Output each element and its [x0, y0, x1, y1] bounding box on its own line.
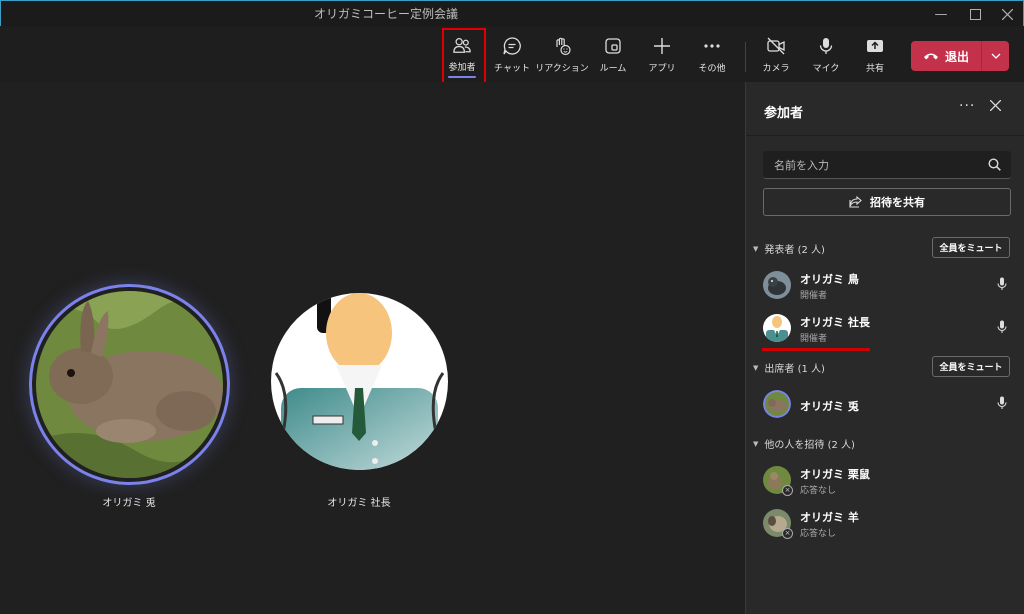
tile-name-rabbit: オリガミ 兎: [102, 498, 156, 509]
maximize-icon[interactable]: [957, 1, 993, 27]
rabbit-avatar-small: [763, 390, 791, 418]
share-label: 共有: [865, 64, 884, 74]
section-invite-label: 他の人を招待 (2 人): [764, 440, 855, 451]
panel-more-options-icon[interactable]: ···: [959, 98, 975, 114]
section-presenters[interactable]: ▼ 発表者 (2 人): [753, 241, 825, 257]
rabbit-avatar[interactable]: [36, 291, 223, 478]
microphone-icon[interactable]: [997, 277, 1007, 291]
mute-all-presenters-button[interactable]: 全員をミュート: [932, 237, 1010, 258]
camera-label: カメラ: [762, 64, 790, 74]
apps-label: アプリ: [648, 64, 676, 74]
hang-up-icon: [924, 53, 938, 60]
participant-role: 開催者: [800, 334, 828, 344]
microphone-icon[interactable]: [997, 320, 1007, 334]
minimize-icon[interactable]: —: [923, 1, 959, 27]
caret-down-icon: ▼: [753, 439, 759, 448]
leave-button[interactable]: 退出: [911, 41, 1009, 71]
reactions-button[interactable]: リアクション: [535, 32, 589, 78]
tile-name-president: オリガミ 社長: [327, 498, 391, 509]
participant-role: 開催者: [800, 291, 828, 301]
share-icon: [849, 196, 862, 208]
leave-label: 退出: [945, 49, 970, 64]
title-bar: オリガミコーヒー定例会議 —: [0, 0, 1024, 26]
no-answer-badge-icon: ×: [782, 528, 793, 539]
search-placeholder: 名前を入力: [774, 159, 829, 172]
microphone-icon: [819, 38, 833, 54]
annotation-highlight-box: [442, 28, 486, 89]
rooms-icon: [605, 38, 621, 54]
chat-button[interactable]: チャット: [488, 32, 536, 78]
search-icon: [988, 158, 1001, 171]
search-input[interactable]: 名前を入力: [763, 151, 1011, 179]
share-button[interactable]: 共有: [851, 32, 899, 78]
camera-off-icon: [767, 37, 785, 55]
participant-squirrel[interactable]: × オリガミ 栗鼠 応答なし: [763, 463, 1013, 499]
ellipsis-icon: [704, 44, 720, 48]
chat-label: チャット: [494, 64, 530, 74]
window-title: オリガミコーヒー定例会議: [313, 7, 458, 21]
section-attendees-label: 出席者 (1 人): [764, 364, 825, 375]
toolbar-divider: [745, 42, 746, 72]
participant-name: オリガミ 兎: [800, 400, 859, 413]
share-invite-button[interactable]: 招待を共有: [763, 188, 1011, 216]
camera-button[interactable]: カメラ: [752, 32, 800, 78]
participant-sheep[interactable]: × オリガミ 羊 応答なし: [763, 506, 1013, 542]
section-presenters-label: 発表者 (2 人): [764, 245, 825, 256]
no-answer-badge-icon: ×: [782, 485, 793, 496]
microphone-icon[interactable]: [997, 396, 1007, 410]
participant-status: 応答なし: [800, 529, 837, 539]
section-invite-others[interactable]: ▼ 他の人を招待 (2 人): [753, 436, 855, 452]
participant-name: オリガミ 栗鼠: [800, 468, 870, 481]
rooms-label: ルーム: [599, 64, 627, 74]
president-avatar[interactable]: [271, 293, 448, 470]
plus-icon: [654, 38, 670, 54]
chat-icon: [503, 37, 521, 55]
annotation-underline: [762, 348, 870, 351]
apps-button[interactable]: アプリ: [638, 32, 686, 78]
more-label: その他: [698, 64, 726, 74]
share-screen-icon: [867, 40, 883, 52]
participant-president[interactable]: オリガミ 社長 開催者: [763, 311, 1013, 347]
mic-button[interactable]: マイク: [802, 32, 850, 78]
close-icon[interactable]: [990, 100, 1001, 111]
mute-all-attendees-button[interactable]: 全員をミュート: [932, 356, 1010, 377]
more-button[interactable]: その他: [688, 32, 736, 78]
panel-title: 参加者: [764, 106, 804, 121]
caret-down-icon: ▼: [753, 244, 759, 253]
section-attendees[interactable]: ▼ 出席者 (1 人): [753, 360, 825, 376]
caret-down-icon: ▼: [753, 363, 759, 372]
participant-status: 応答なし: [800, 486, 837, 496]
panel-divider: [746, 135, 1024, 136]
participant-bird[interactable]: オリガミ 鳥 開催者: [763, 268, 1013, 304]
leave-main[interactable]: 退出: [911, 41, 981, 71]
participant-name: オリガミ 羊: [800, 511, 859, 524]
share-invite-label: 招待を共有: [870, 196, 925, 209]
mic-label: マイク: [812, 64, 840, 74]
rooms-button[interactable]: ルーム: [589, 32, 637, 78]
participant-name: オリガミ 鳥: [800, 273, 859, 286]
raise-hand-icon: [556, 37, 571, 56]
reactions-label: リアクション: [535, 64, 589, 74]
participant-rabbit[interactable]: オリガミ 兎: [763, 387, 1013, 423]
leave-options-button[interactable]: [982, 41, 1009, 71]
meeting-toolbar: 参加者 チャット リアクション ルーム アプリ その他 カメラ マイク 共有: [0, 26, 1024, 82]
participant-name: オリガミ 社長: [800, 316, 870, 329]
bird-avatar: [763, 271, 791, 299]
president-avatar-small: [763, 314, 791, 342]
chevron-down-icon: [991, 53, 1000, 59]
close-window-icon[interactable]: [989, 1, 1024, 27]
